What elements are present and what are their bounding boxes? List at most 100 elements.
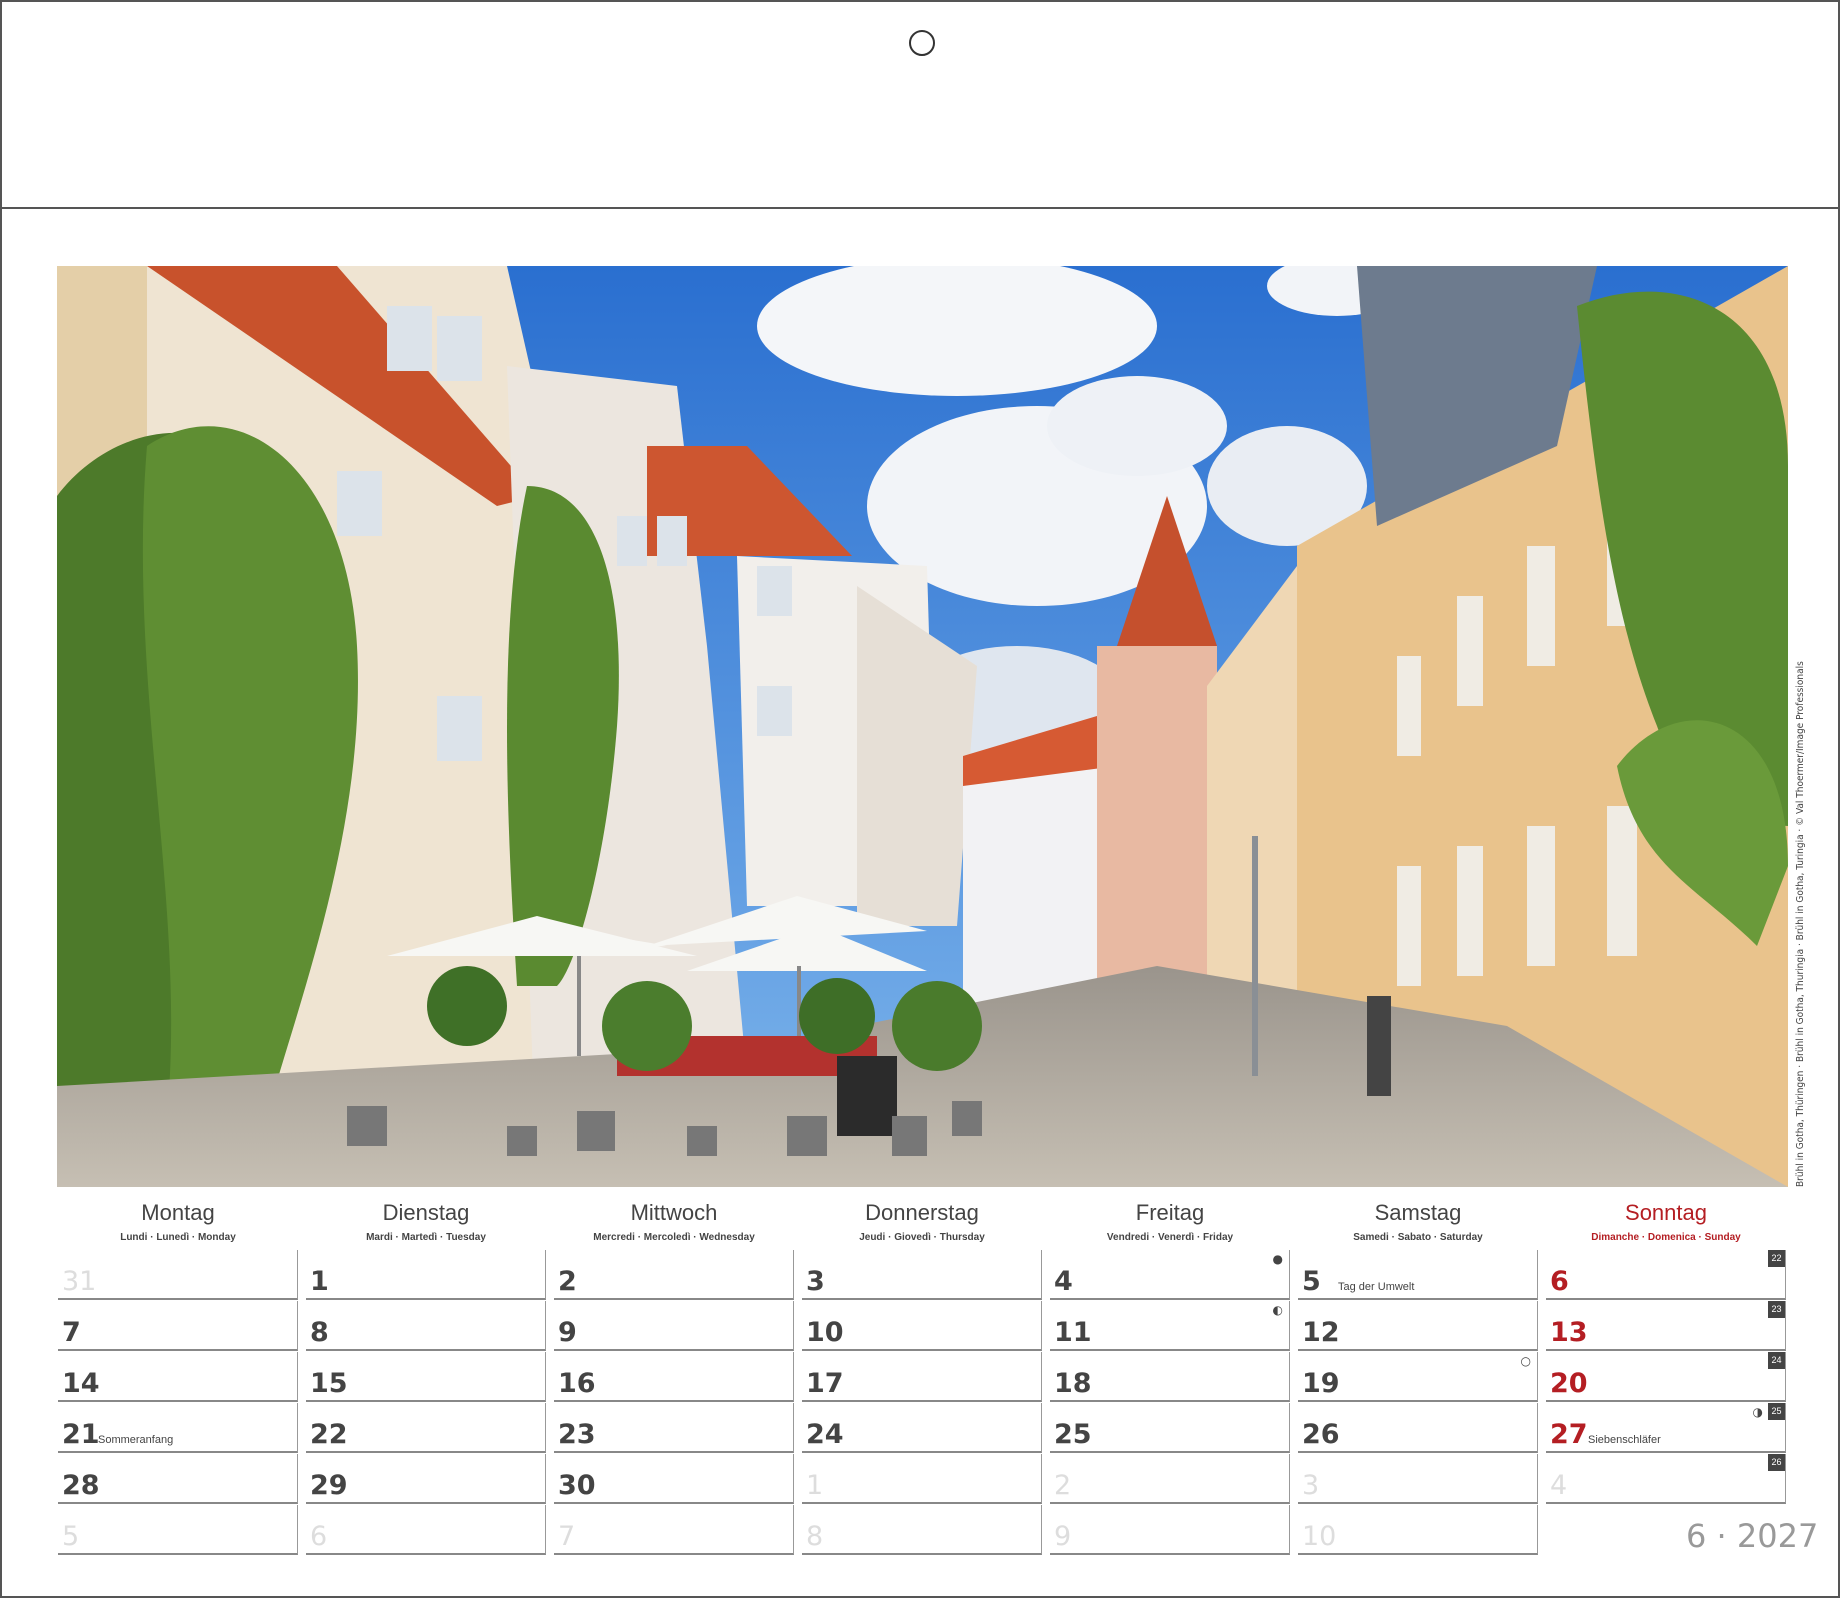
week-number-badge: 26 (1768, 1454, 1785, 1471)
month-year-label: 6 · 2027 (1686, 1517, 1819, 1555)
day-cell[interactable]: 2 (1050, 1454, 1290, 1504)
day-cell[interactable]: 1 (802, 1454, 1042, 1504)
week-number-badge: 22 (1768, 1250, 1785, 1267)
weekday-name: Mittwoch (630, 1200, 718, 1225)
day-cell[interactable]: 23 (554, 1403, 794, 1453)
weekday-translations: Samedi · Sabato · Saturday (1353, 1232, 1483, 1243)
day-number: 16 (558, 1368, 596, 1399)
day-number: 28 (62, 1470, 100, 1501)
weekday-translations: Jeudi · Giovedì · Thursday (859, 1232, 985, 1243)
week-number-badge: 23 (1768, 1301, 1785, 1318)
day-cell[interactable]: 25 (1050, 1403, 1290, 1453)
calendar-photo (57, 266, 1788, 1187)
day-cell[interactable]: 13 23 (1546, 1301, 1786, 1351)
day-number: 4 (1550, 1470, 1568, 1501)
header-band (2, 2, 1838, 209)
day-cell[interactable]: 9 (1050, 1505, 1290, 1555)
day-number: 19 (1302, 1368, 1340, 1399)
day-number: 4 (1054, 1266, 1073, 1297)
day-cell[interactable]: 7 (58, 1301, 298, 1351)
day-cell[interactable]: 8 (802, 1505, 1042, 1555)
weekday-tuesday: Dienstag Mardi · Martedì · Tuesday (306, 1200, 546, 1243)
day-cell[interactable]: 10 (1298, 1505, 1538, 1555)
day-cell[interactable]: 29 (306, 1454, 546, 1504)
day-number: 2 (1054, 1470, 1072, 1501)
day-cell[interactable]: 17 (802, 1352, 1042, 1402)
day-number: 14 (62, 1368, 100, 1399)
day-number: 10 (806, 1317, 844, 1348)
day-number: 13 (1550, 1317, 1588, 1348)
full-moon-icon: ● (1272, 1252, 1283, 1266)
day-number: 8 (806, 1521, 824, 1552)
day-number: 7 (558, 1521, 576, 1552)
day-number: 17 (806, 1368, 844, 1399)
day-cell[interactable]: 30 (554, 1454, 794, 1504)
day-cell[interactable]: 3 (1298, 1454, 1538, 1504)
weekday-name: Donnerstag (865, 1200, 979, 1225)
day-cell[interactable]: 20 24 (1546, 1352, 1786, 1402)
day-number: 24 (806, 1419, 844, 1450)
week-number-badge: 24 (1768, 1352, 1785, 1369)
day-cell[interactable]: 22 (306, 1403, 546, 1453)
day-number: 11 (1054, 1317, 1092, 1348)
day-cell[interactable]: 12 (1298, 1301, 1538, 1351)
day-number: 1 (806, 1470, 824, 1501)
day-cell[interactable]: 6 (306, 1505, 546, 1555)
day-cell[interactable]: 14 (58, 1352, 298, 1402)
day-cell[interactable]: 28 (58, 1454, 298, 1504)
week-number-badge: 25 (1768, 1403, 1785, 1420)
weekday-name: Freitag (1135, 1200, 1205, 1225)
weekday-translations: Mercredi · Mercoledì · Wednesday (593, 1232, 755, 1243)
day-number: 8 (310, 1317, 329, 1348)
day-cell[interactable]: 31 (58, 1250, 298, 1300)
day-cell[interactable]: 6 22 (1546, 1250, 1786, 1300)
day-number: 9 (1054, 1521, 1072, 1552)
last-quarter-moon-icon: ◐ (1272, 1303, 1283, 1317)
weekday-name: Montag (141, 1200, 215, 1225)
weekday-name: Samstag (1374, 1200, 1462, 1225)
day-cell[interactable]: 24 (802, 1403, 1042, 1453)
day-cell[interactable]: 26 (1298, 1403, 1538, 1453)
weekday-friday: Freitag Vendredi · Venerdì · Friday (1050, 1200, 1290, 1243)
photo-credit: Brühl in Gotha, Thüringen · Brühl in Got… (1795, 661, 1806, 1187)
day-cell[interactable]: 2 (554, 1250, 794, 1300)
day-number: 5 (62, 1521, 80, 1552)
holiday-note: Sommeranfang (98, 1434, 174, 1446)
weekday-thursday: Donnerstag Jeudi · Giovedì · Thursday (802, 1200, 1042, 1243)
day-cell[interactable]: 15 (306, 1352, 546, 1402)
calendar-page: Brühl in Gotha, Thüringen · Brühl in Got… (0, 0, 1840, 1598)
day-number: 21 (62, 1419, 100, 1450)
day-cell[interactable]: 5 Tag der Umwelt (1298, 1250, 1538, 1300)
day-cell[interactable]: 9 (554, 1301, 794, 1351)
day-cell[interactable]: 11 ◐ (1050, 1301, 1290, 1351)
day-number: 6 (310, 1521, 328, 1552)
day-number: 9 (558, 1317, 577, 1348)
weekday-monday: Montag Lundi · Lunedì · Monday (58, 1200, 298, 1243)
new-moon-icon: ○ (1520, 1354, 1531, 1368)
day-cell[interactable]: 3 (802, 1250, 1042, 1300)
day-number: 26 (1302, 1419, 1340, 1450)
day-cell[interactable]: 18 (1050, 1352, 1290, 1402)
first-quarter-moon-icon: ◑ (1752, 1405, 1763, 1419)
day-cell[interactable]: 10 (802, 1301, 1042, 1351)
day-number: 18 (1054, 1368, 1092, 1399)
day-number: 25 (1054, 1419, 1092, 1450)
day-cell[interactable]: 1 (306, 1250, 546, 1300)
day-cell[interactable]: 5 (58, 1505, 298, 1555)
holiday-note: Siebenschläfer (1588, 1434, 1661, 1446)
day-cell[interactable]: 27 Siebenschläfer ◑ 25 (1546, 1403, 1786, 1453)
day-number: 30 (558, 1470, 596, 1501)
day-cell[interactable]: 4 ● (1050, 1250, 1290, 1300)
day-number: 31 (62, 1266, 97, 1297)
day-cell[interactable]: 19 ○ (1298, 1352, 1538, 1402)
day-cell[interactable]: 21 Sommeranfang (58, 1403, 298, 1453)
day-number: 3 (806, 1266, 825, 1297)
day-cell[interactable]: 4 26 (1546, 1454, 1786, 1504)
day-number: 27 (1550, 1419, 1588, 1450)
day-cell[interactable]: 7 (554, 1505, 794, 1555)
day-number: 10 (1302, 1521, 1337, 1552)
day-cell[interactable]: 8 (306, 1301, 546, 1351)
day-cell[interactable]: 16 (554, 1352, 794, 1402)
day-number: 15 (310, 1368, 348, 1399)
day-number: 12 (1302, 1317, 1340, 1348)
